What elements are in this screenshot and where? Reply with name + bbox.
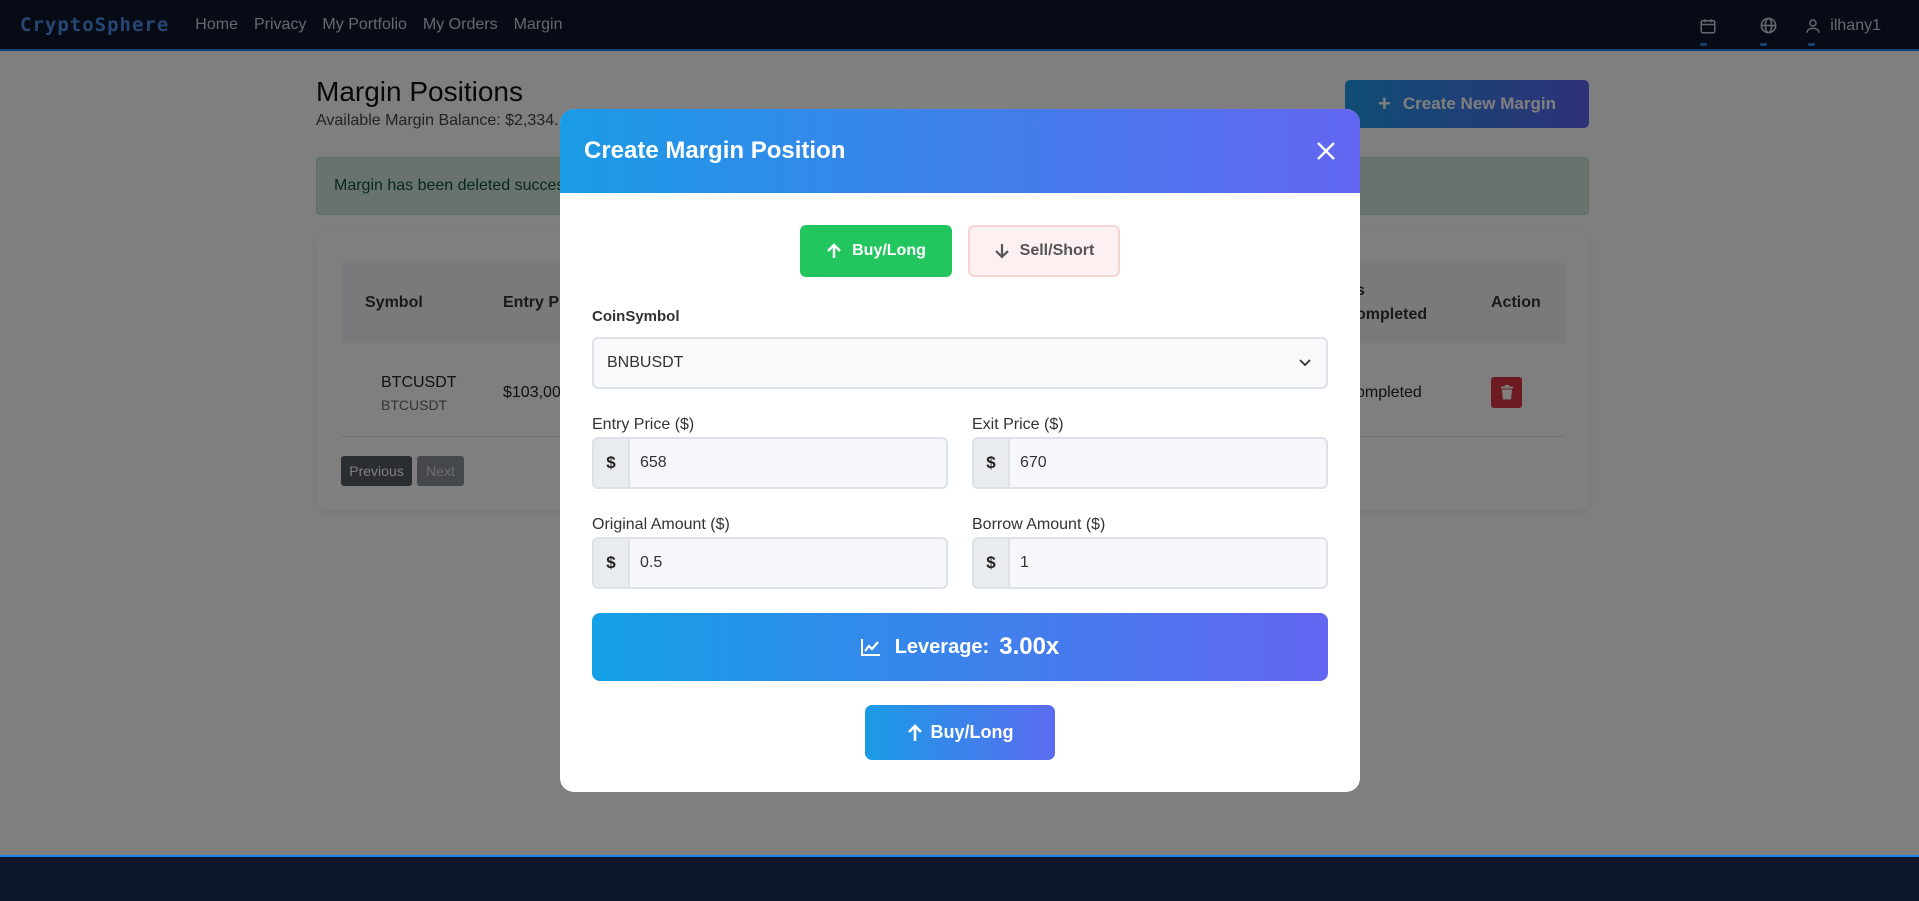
exit-price-group: $ 670 [972, 437, 1328, 489]
modal-header: Create Margin Position [560, 109, 1360, 193]
arrow-up-icon [827, 243, 841, 258]
leverage-display: Leverage: 3.00x [592, 613, 1328, 681]
borrow-amount-group: $ 1 [972, 537, 1328, 589]
exit-price-input[interactable]: 670 [1008, 437, 1328, 489]
chart-line-icon [860, 639, 880, 656]
dollar-prefix: $ [972, 537, 1008, 589]
borrow-amount-label: Borrow Amount ($) [972, 516, 1106, 533]
close-button[interactable] [1312, 137, 1340, 165]
arrow-up-icon [907, 723, 922, 741]
modal-title: Create Margin Position [584, 137, 846, 164]
entry-price-group: $ 658 [592, 437, 948, 489]
buy-long-toggle-label: Buy/Long [852, 242, 926, 259]
entry-price-input[interactable]: 658 [628, 437, 948, 489]
borrow-amount-input[interactable]: 1 [1008, 537, 1328, 589]
dollar-prefix: $ [592, 537, 628, 589]
submit-label: Buy/Long [930, 722, 1014, 742]
close-icon [1317, 142, 1335, 160]
original-amount-group: $ 0.5 [592, 537, 948, 589]
chevron-down-icon [1299, 359, 1311, 367]
buy-long-toggle[interactable]: Buy/Long [800, 225, 952, 277]
leverage-value: 3.00x [999, 633, 1060, 660]
coin-symbol-select[interactable]: BNBUSDT [592, 337, 1328, 389]
entry-price-label: Entry Price ($) [592, 416, 695, 433]
coin-symbol-label: CoinSymbol [592, 308, 680, 325]
dollar-prefix: $ [592, 437, 628, 489]
original-amount-input[interactable]: 0.5 [628, 537, 948, 589]
submit-buy-long-button[interactable]: Buy/Long [865, 705, 1055, 760]
dollar-prefix: $ [972, 437, 1008, 489]
exit-price-label: Exit Price ($) [972, 416, 1064, 433]
leverage-label: Leverage: [894, 635, 990, 658]
original-amount-label: Original Amount ($) [592, 516, 730, 533]
page-footer [0, 855, 1919, 901]
sell-short-toggle-label: Sell/Short [1019, 242, 1095, 259]
create-margin-modal: Create Margin Position Buy/Long Sell/Sho… [560, 109, 1360, 792]
arrow-down-icon [994, 244, 1009, 259]
coin-symbol-value: BNBUSDT [607, 354, 684, 371]
sell-short-toggle[interactable]: Sell/Short [968, 225, 1120, 277]
